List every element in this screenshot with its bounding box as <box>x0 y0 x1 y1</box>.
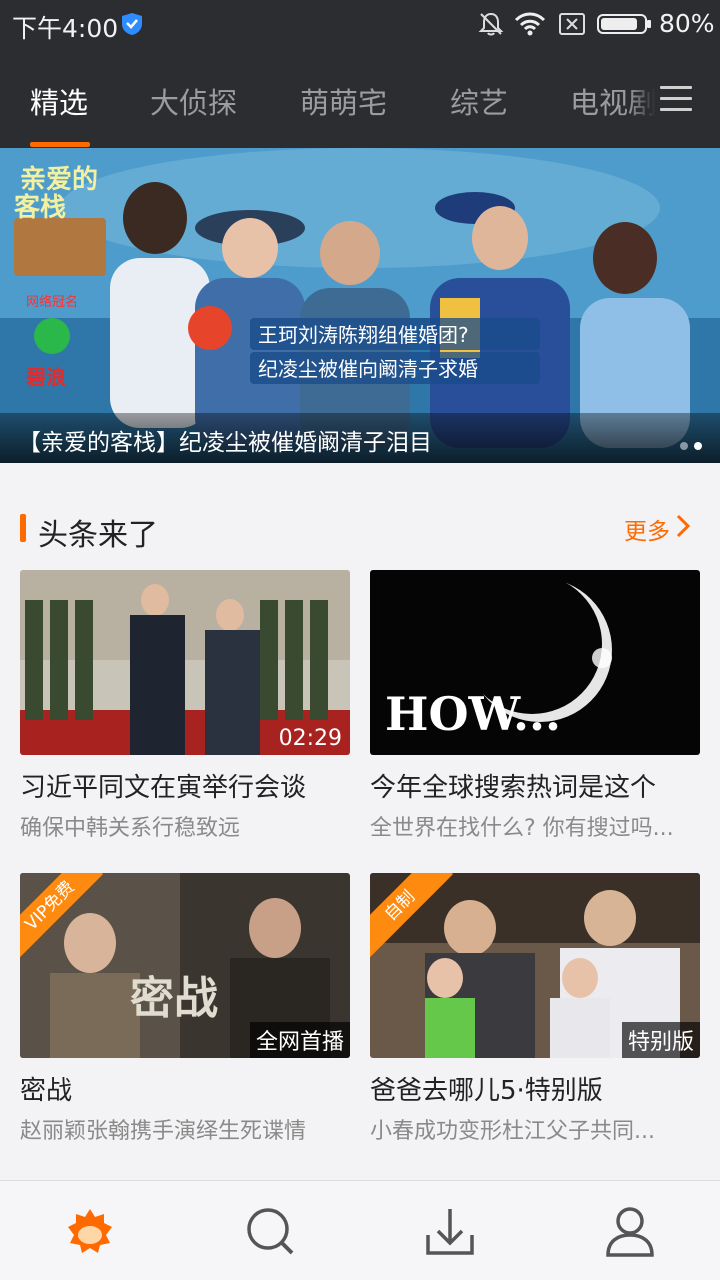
home-icon[interactable] <box>64 1205 116 1257</box>
svg-text:密战: 密战 <box>130 973 218 1024</box>
profile-icon[interactable] <box>604 1205 656 1257</box>
svg-text:网络冠名: 网络冠名 <box>26 294 78 310</box>
featured-banner[interactable]: 亲爱的 客栈 网络冠名 碧浪 王珂刘涛陈翔组催婚团? 纪凌尘被催向阚清子求婚 【… <box>0 148 720 463</box>
channel-tabs: 精选 大侦探 萌萌宅 综艺 电视剧 <box>0 50 720 148</box>
section-header-headlines: 头条来了 更多 <box>0 500 720 560</box>
video-title: 今年全球搜索热词是这个 <box>370 773 657 803</box>
video-card[interactable]: 02:29 习近平同文在寅举行会谈 确保中韩关系行稳致远 <box>20 570 350 842</box>
notification-muted-icon <box>478 12 504 36</box>
video-thumbnail[interactable]: 自制 特别版 <box>370 873 700 1058</box>
video-card[interactable]: HOW... 今年全球搜索热词是这个 全世界在找什么? 你有搜过吗... <box>370 570 700 842</box>
tab-detective[interactable]: 大侦探 <box>150 80 237 122</box>
video-thumbnail[interactable]: 密战 VIP免费 全网首播 <box>20 873 350 1058</box>
status-bar: 下午4:00 80% <box>0 0 720 50</box>
banner-caption-text: 【亲爱的客栈】纪凌尘被催婚阚清子泪目 <box>18 430 432 456</box>
svg-text:纪凌尘被催向阚清子求婚: 纪凌尘被催向阚清子求婚 <box>258 357 478 381</box>
svg-text:亲爱的: 亲爱的 <box>20 164 98 195</box>
no-sim-icon <box>559 13 585 35</box>
channel-menu-icon[interactable] <box>660 86 692 112</box>
battery-icon <box>597 14 651 34</box>
video-card[interactable]: 自制 特别版 爸爸去哪儿5·特别版 小春成功变形杜江父子共同... <box>370 873 700 1145</box>
carousel-indicator <box>674 435 702 454</box>
special-edition-badge: 特别版 <box>621 1022 700 1058</box>
video-thumbnail[interactable]: HOW... <box>370 570 700 755</box>
thumbnail-text: HOW... <box>385 687 561 741</box>
video-duration: 02:29 <box>278 726 342 751</box>
bottom-nav <box>0 1180 720 1280</box>
security-shield-icon <box>122 13 142 35</box>
video-subtitle: 确保中韩关系行稳致远 <box>20 816 241 841</box>
banner-caption: 【亲爱的客栈】纪凌尘被催婚阚清子泪目 <box>0 413 720 463</box>
more-link[interactable]: 更多 <box>624 512 670 546</box>
wifi-icon <box>514 12 546 36</box>
video-title: 爸爸去哪儿5·特别版 <box>370 1076 603 1106</box>
video-subtitle: 赵丽颖张翰携手演绎生死谍情 <box>20 1119 307 1144</box>
tab-cute-home[interactable]: 萌萌宅 <box>300 80 387 122</box>
tab-variety[interactable]: 综艺 <box>450 80 508 122</box>
section-accent-bar <box>20 514 26 542</box>
svg-text:客栈: 客栈 <box>14 192 66 223</box>
battery-percent: 80% <box>659 9 715 38</box>
video-subtitle: 全世界在找什么? 你有搜过吗... <box>370 816 674 841</box>
video-title: 密战 <box>20 1076 73 1106</box>
premiere-badge: 全网首播 <box>249 1022 350 1058</box>
video-card[interactable]: 密战 VIP免费 全网首播 密战 赵丽颖张翰携手演绎生死谍情 <box>20 873 350 1145</box>
chevron-right-icon[interactable] <box>676 514 690 538</box>
download-icon[interactable] <box>424 1205 476 1257</box>
tab-featured[interactable]: 精选 <box>30 80 88 122</box>
video-title: 习近平同文在寅举行会谈 <box>20 773 307 803</box>
svg-text:王珂刘涛陈翔组催婚团?: 王珂刘涛陈翔组催婚团? <box>258 323 469 347</box>
video-subtitle: 小春成功变形杜江父子共同... <box>370 1119 655 1144</box>
search-icon[interactable] <box>244 1205 296 1257</box>
video-thumbnail[interactable]: 02:29 <box>20 570 350 755</box>
active-tab-indicator <box>30 142 90 147</box>
section-title: 头条来了 <box>38 518 158 553</box>
status-time: 下午4:00 <box>12 14 119 43</box>
svg-text:碧浪: 碧浪 <box>25 365 66 389</box>
